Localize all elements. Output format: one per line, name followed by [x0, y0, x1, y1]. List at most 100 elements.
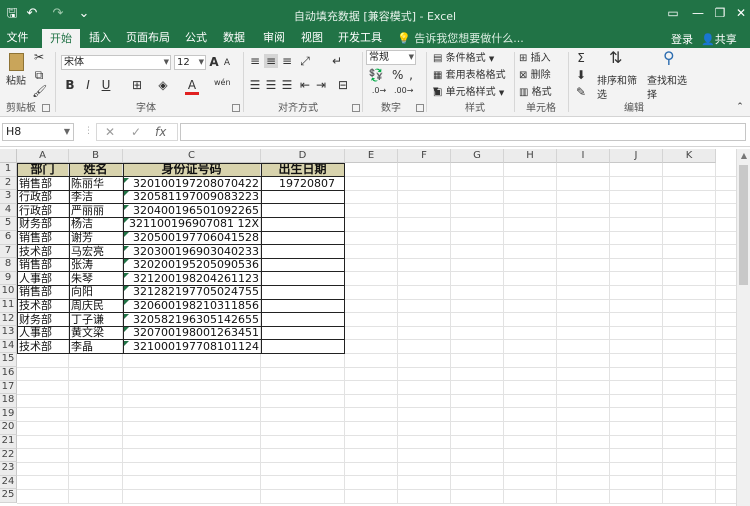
row-header[interactable]: 8: [0, 258, 17, 272]
ribbon-display-icon[interactable]: ▭: [663, 4, 683, 22]
borders-icon[interactable]: ⊞: [130, 78, 144, 92]
column-header[interactable]: K: [663, 149, 716, 163]
table-cell[interactable]: 人事部: [19, 272, 67, 285]
table-cell[interactable]: [263, 245, 343, 258]
autosum-icon[interactable]: Σ: [574, 51, 588, 65]
font-launcher-icon[interactable]: [232, 104, 240, 112]
table-cell[interactable]: [263, 204, 343, 217]
percent-button[interactable]: %: [392, 68, 403, 82]
column-header[interactable]: E: [345, 149, 398, 163]
table-cell[interactable]: [263, 231, 343, 244]
row-header[interactable]: 1: [0, 163, 17, 177]
table-cell[interactable]: 黄文梁: [71, 326, 121, 339]
select-all-button[interactable]: [0, 149, 17, 163]
decrease-decimal-icon[interactable]: .00→: [394, 84, 413, 98]
table-cell[interactable]: 320600198210311856: [125, 299, 259, 312]
align-right-icon[interactable]: ☰: [280, 78, 294, 92]
share-button[interactable]: 👤共享: [701, 31, 737, 47]
row-header[interactable]: 24: [0, 475, 17, 490]
tab-formulas[interactable]: 公式: [180, 29, 212, 48]
row-header[interactable]: 7: [0, 244, 17, 259]
restore-button[interactable]: ❐: [710, 4, 730, 22]
column-title-cell[interactable]: 出生日期: [261, 163, 344, 176]
table-cell[interactable]: 321000197708101124: [125, 340, 259, 353]
table-cell[interactable]: 320200195205090536: [125, 258, 259, 271]
table-cell[interactable]: [263, 326, 343, 339]
sort-filter-button[interactable]: ⇅ 排序和筛选: [596, 50, 644, 102]
table-cell[interactable]: 行政部: [19, 190, 67, 203]
minimize-button[interactable]: —: [688, 4, 708, 22]
worksheet[interactable]: ABCDEFGHIJK 1 2 3 4 5 6 7 8 9 10 11 12 13 14 15 16 17 18 1…: [0, 149, 750, 506]
table-cell[interactable]: 财务部: [19, 313, 67, 326]
number-launcher-icon[interactable]: [416, 104, 424, 112]
tab-view[interactable]: 视图: [296, 29, 328, 48]
column-header[interactable]: B: [69, 149, 123, 163]
decrease-indent-icon[interactable]: ⇤: [298, 78, 312, 92]
clear-icon[interactable]: ✎: [574, 85, 588, 99]
table-cell[interactable]: 19720807: [263, 177, 343, 190]
table-cell[interactable]: [263, 285, 343, 298]
tab-home[interactable]: 开始: [42, 29, 80, 48]
insert-function-icon[interactable]: fx: [155, 125, 166, 139]
table-cell[interactable]: 向阳: [71, 285, 121, 298]
alignment-launcher-icon[interactable]: [352, 104, 360, 112]
table-cell[interactable]: [263, 190, 343, 203]
table-cell[interactable]: [263, 299, 343, 312]
row-header[interactable]: 23: [0, 462, 17, 476]
grow-font-icon[interactable]: A: [209, 55, 219, 69]
row-header[interactable]: 15: [0, 353, 17, 367]
table-cell[interactable]: 张涛: [71, 258, 121, 271]
column-title-cell[interactable]: 身份证号码: [123, 163, 260, 176]
tab-data[interactable]: 数据: [218, 29, 250, 48]
table-cell[interactable]: [263, 340, 343, 353]
table-cell[interactable]: 320500197706041528: [125, 231, 259, 244]
fill-color-icon[interactable]: ◈: [156, 78, 170, 92]
tab-insert[interactable]: 插入: [84, 29, 116, 48]
number-format-select[interactable]: 常规 ▼: [366, 50, 416, 65]
table-cell[interactable]: 320100197208070422: [125, 177, 259, 190]
row-header[interactable]: 14: [0, 339, 17, 354]
row-header[interactable]: 20: [0, 421, 17, 435]
table-cell[interactable]: 320700198001263451: [125, 326, 259, 339]
table-cell[interactable]: 321282197705024755: [125, 285, 259, 298]
column-header[interactable]: J: [610, 149, 663, 163]
clipboard-launcher-icon[interactable]: [42, 104, 50, 112]
orientation-icon[interactable]: ⤢: [298, 54, 312, 68]
table-cell[interactable]: 李洁: [71, 190, 121, 203]
row-header[interactable]: 22: [0, 448, 17, 463]
name-box[interactable]: H8 ▼: [2, 123, 74, 141]
table-cell[interactable]: 321200198204261123: [125, 272, 259, 285]
table-cell[interactable]: 320582196305142655: [125, 313, 259, 326]
row-header[interactable]: 9: [0, 271, 17, 286]
formula-input[interactable]: [180, 123, 746, 141]
increase-decimal-icon[interactable]: .0→: [370, 84, 388, 98]
table-cell[interactable]: 陈丽华: [71, 177, 121, 190]
row-header[interactable]: 3: [0, 190, 17, 204]
conditional-formatting-button[interactable]: ▤ 条件格式 ▼: [432, 51, 514, 67]
column-header[interactable]: A: [17, 149, 69, 163]
table-cell[interactable]: 销售部: [19, 285, 67, 298]
table-cell[interactable]: 周庆民: [71, 299, 121, 312]
row-header[interactable]: 10: [0, 285, 17, 299]
enter-icon[interactable]: ✓: [131, 125, 141, 139]
table-cell[interactable]: 谢芳: [71, 231, 121, 244]
format-painter-icon[interactable]: 🖌: [32, 84, 47, 98]
currency-icon[interactable]: 💱: [368, 68, 384, 82]
align-middle-icon[interactable]: ≡: [264, 54, 278, 68]
row-header[interactable]: 21: [0, 435, 17, 449]
delete-cells-button[interactable]: ⊠ 删除: [518, 68, 566, 84]
table-cell[interactable]: [263, 258, 343, 271]
font-color-icon[interactable]: A: [185, 78, 199, 95]
cell-styles-button[interactable]: ▣ 单元格样式 ▼: [432, 85, 514, 101]
row-header[interactable]: 6: [0, 231, 17, 245]
comma-button[interactable]: ,: [406, 68, 416, 82]
increase-indent-icon[interactable]: ⇥: [314, 78, 328, 92]
table-cell[interactable]: [263, 272, 343, 285]
row-header[interactable]: 19: [0, 407, 17, 422]
table-cell[interactable]: 人事部: [19, 326, 67, 339]
table-cell[interactable]: 320300196903040233: [125, 245, 259, 258]
table-cell[interactable]: 财务部: [19, 217, 67, 230]
table-cell[interactable]: 321100196907081 12X: [125, 217, 259, 230]
scroll-up-icon[interactable]: ▲: [737, 151, 750, 160]
collapse-ribbon-icon[interactable]: ⌃: [734, 100, 746, 114]
